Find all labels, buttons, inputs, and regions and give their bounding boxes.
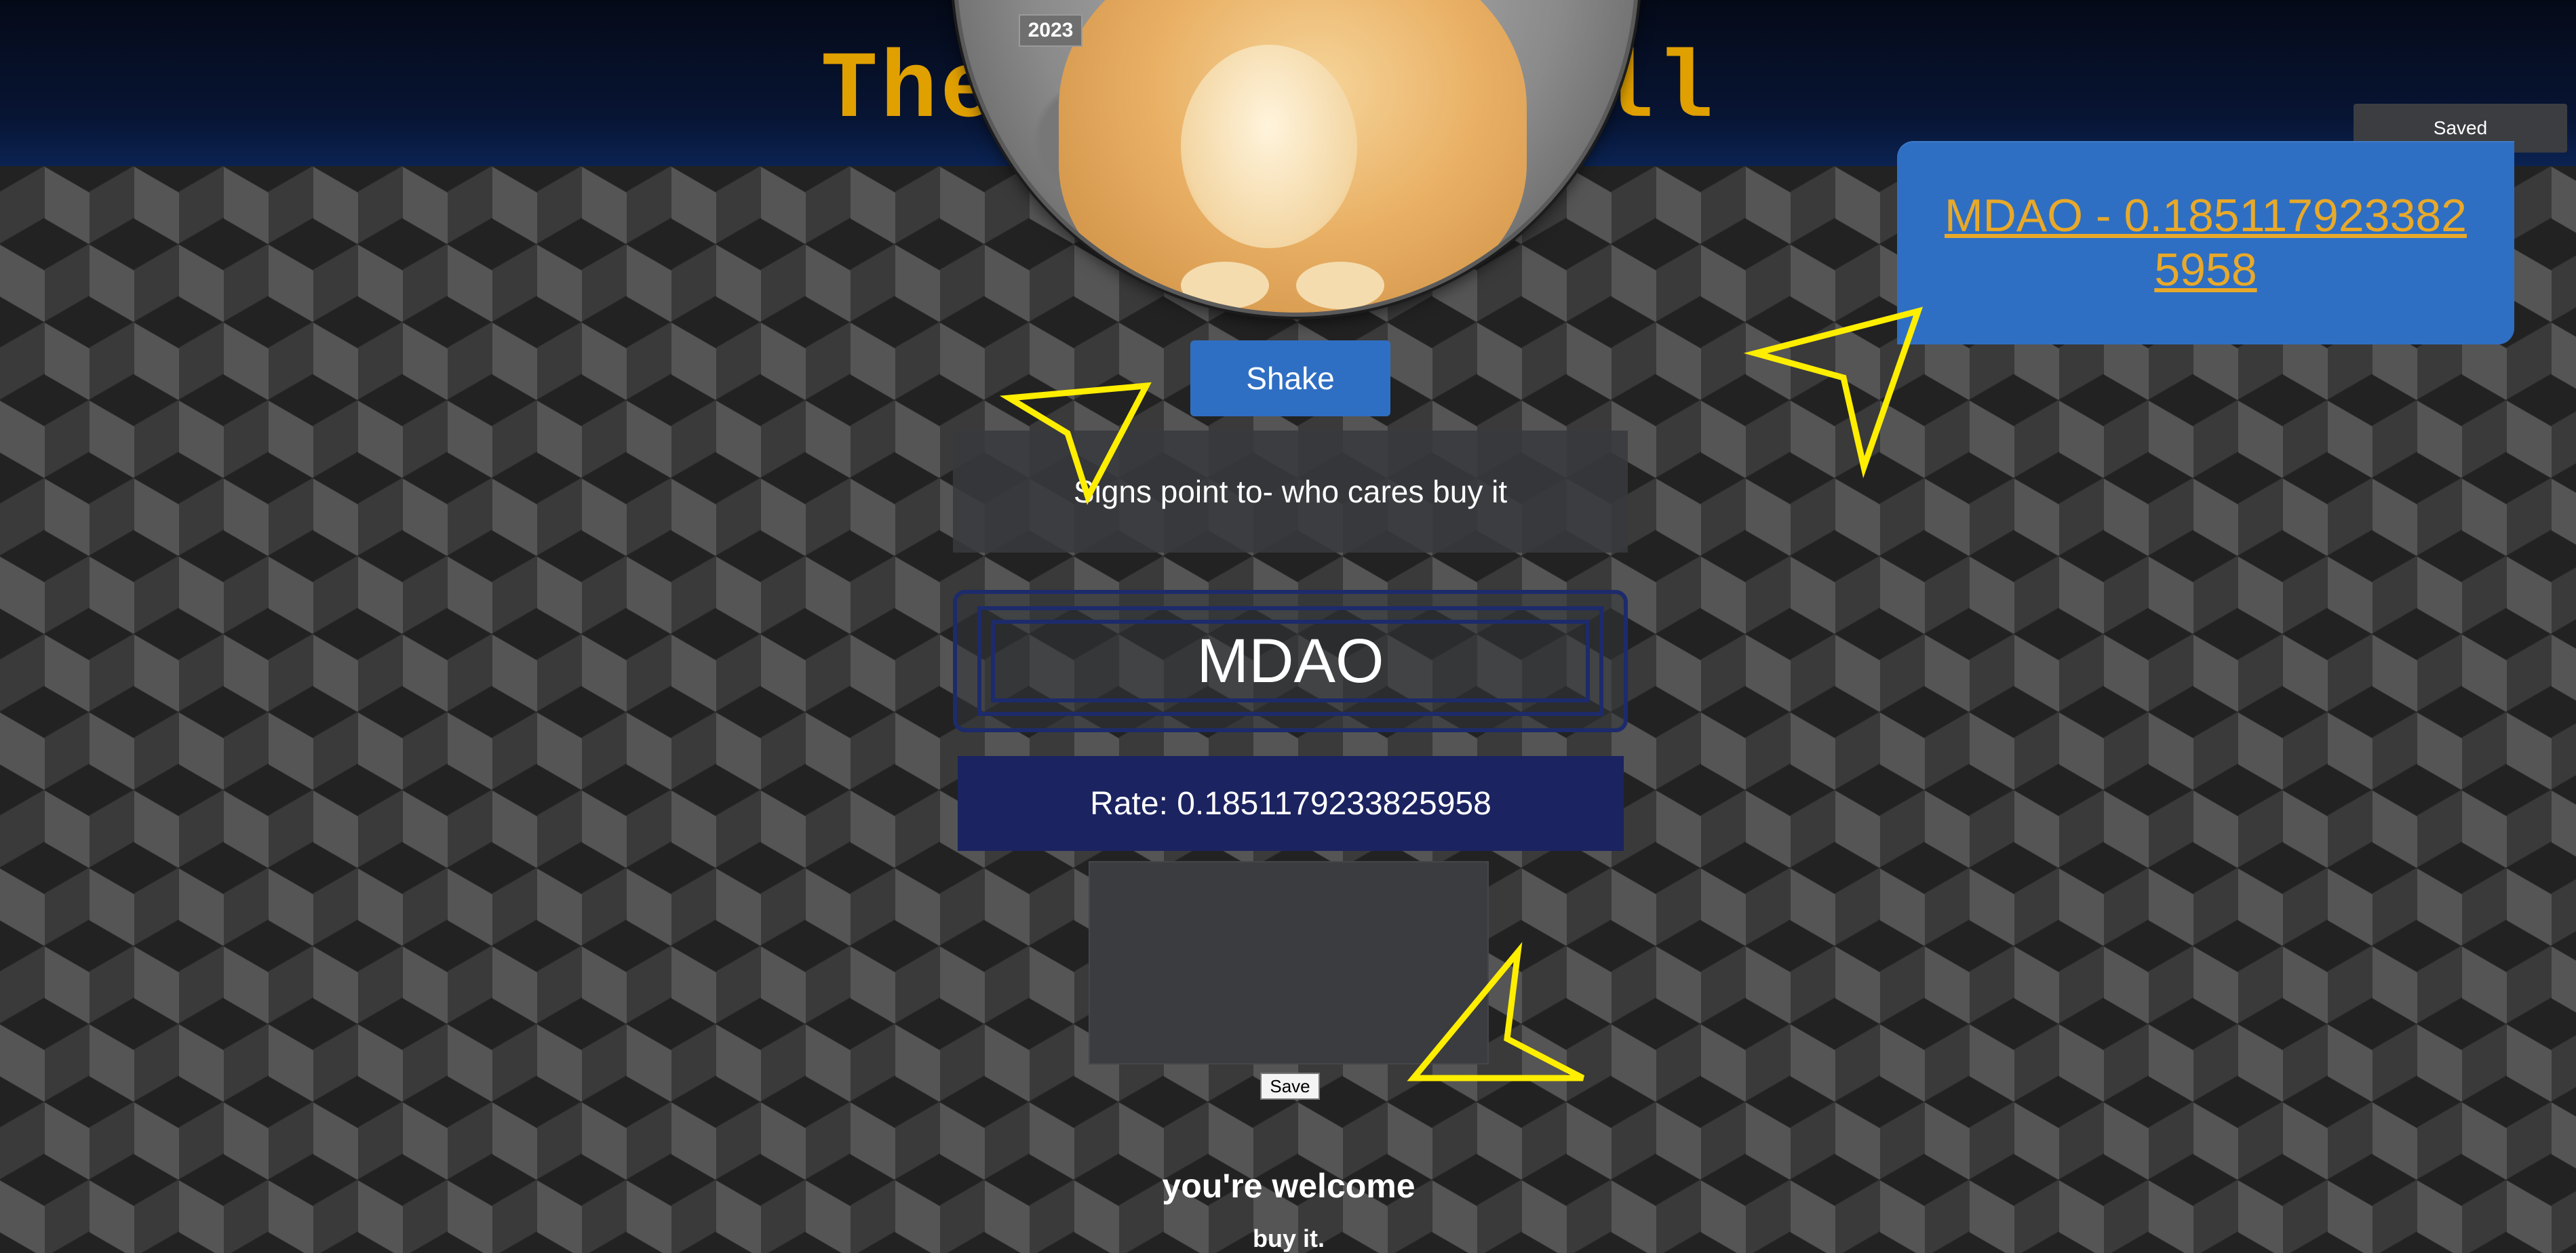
doge-chest bbox=[1181, 45, 1357, 248]
rate-text: Rate: 0.1851179233825958 bbox=[1090, 785, 1491, 822]
doge-paw-left bbox=[1181, 262, 1269, 309]
rate-bar: Rate: 0.1851179233825958 bbox=[958, 756, 1624, 851]
ticker-box: MDAO bbox=[953, 590, 1628, 732]
coin-link[interactable]: MDAO - 0.1851179233825958 bbox=[1941, 188, 2470, 297]
doge-paw-right bbox=[1296, 262, 1384, 309]
shake-button[interactable]: Shake bbox=[1190, 340, 1390, 416]
save-button[interactable]: Save bbox=[1260, 1073, 1320, 1100]
arrow-cursor-icon bbox=[1743, 306, 1924, 479]
arrow-cursor-icon bbox=[1407, 942, 1585, 1081]
welcome-heading: you're welcome bbox=[1162, 1167, 1416, 1205]
arrow-cursor-icon bbox=[999, 382, 1152, 505]
saved-text: Saved bbox=[2433, 117, 2488, 138]
ticker-symbol: MDAO bbox=[1196, 626, 1384, 696]
coin-card: MDAO - 0.1851179233825958 bbox=[1897, 141, 2514, 344]
tagline-text: buy it. bbox=[1253, 1225, 1325, 1252]
year-badge: 2023 bbox=[1019, 14, 1082, 47]
